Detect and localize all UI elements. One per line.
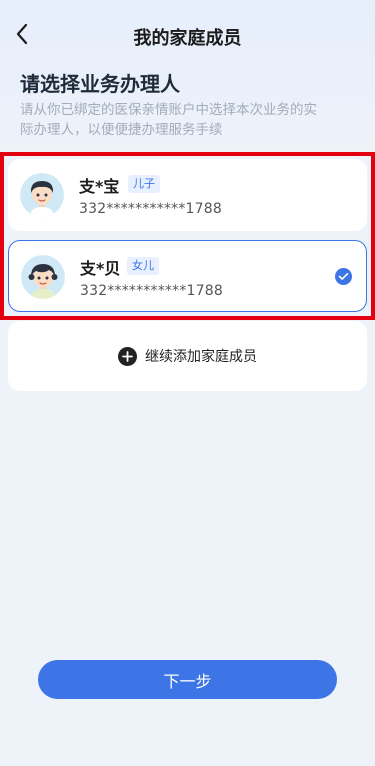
add-family-member-button[interactable]: 继续添加家庭成员 [8, 321, 367, 391]
plus-circle-icon [118, 346, 137, 366]
page-title: 我的家庭成员 [133, 28, 242, 49]
section-heading: 请选择业务办理人 [20, 72, 180, 96]
next-step-button[interactable]: 下一步 [38, 660, 337, 699]
highlight-frame [0, 152, 375, 320]
add-member-label: 继续添加家庭成员 [145, 349, 257, 365]
section-description: 请从你已绑定的医保亲情账户中选择本次业务的实际办理人，以便便捷办理服务手续 [20, 102, 317, 138]
